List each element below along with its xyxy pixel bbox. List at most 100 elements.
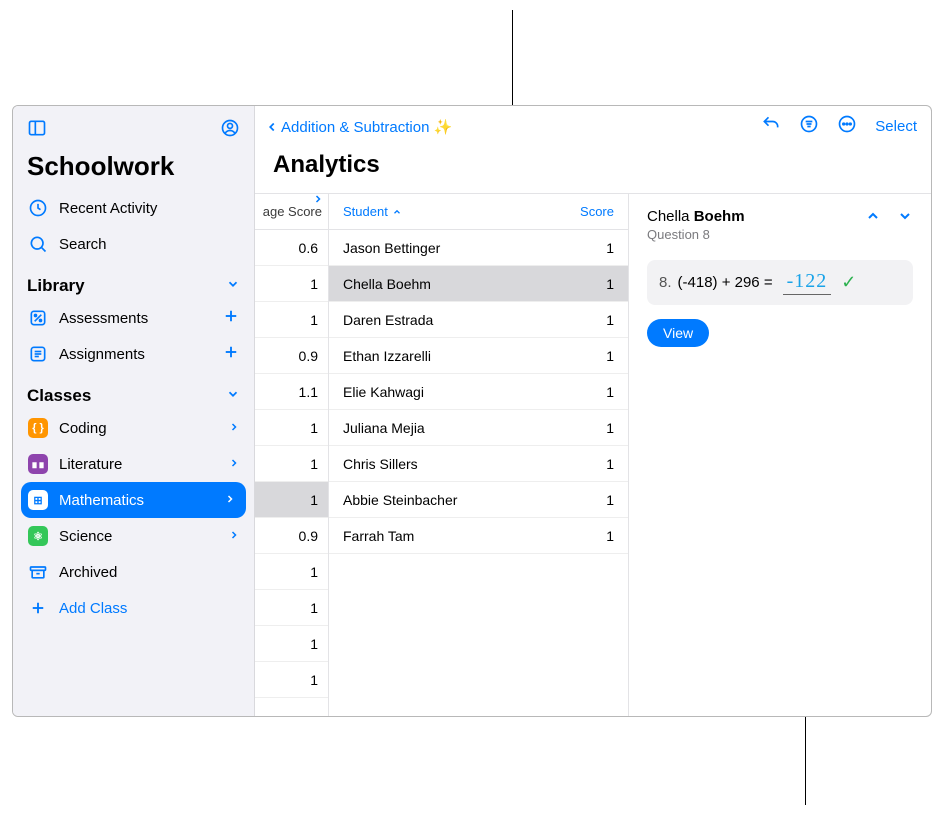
percent-icon	[27, 307, 49, 329]
student-score: 1	[606, 492, 614, 508]
avg-score-row[interactable]: 1	[255, 302, 328, 338]
student-row[interactable]: Daren Estrada1	[329, 302, 628, 338]
profile-icon[interactable]	[220, 118, 240, 143]
plus-icon	[27, 597, 49, 619]
chevron-right-icon	[228, 456, 240, 473]
student-row[interactable]: Abbie Steinbacher 1	[329, 482, 628, 518]
sidebar-item-label: Assignments	[59, 346, 222, 363]
next-icon[interactable]	[897, 208, 913, 229]
student-row[interactable]: Ethan Izzarelli 1	[329, 338, 628, 374]
coding-icon: { }	[27, 417, 49, 439]
app-title: Schoolwork	[13, 149, 254, 190]
student-name: Farrah Tam	[343, 528, 414, 544]
science-icon: ⚛	[27, 525, 49, 547]
student-col-header[interactable]: Student	[343, 204, 402, 219]
chevron-right-icon	[228, 528, 240, 545]
student-name: Ethan Izzarelli	[343, 348, 431, 364]
student-row[interactable]: Chella Boehm 1	[329, 266, 628, 302]
detail-panel: Chella Boehm Question 8	[629, 194, 931, 716]
filter-icon[interactable]	[799, 114, 819, 139]
sidebar-section-library[interactable]: Library	[13, 262, 254, 300]
avg-score-row[interactable]: 1	[255, 266, 328, 302]
sidebar-item-label: Recent Activity	[59, 200, 240, 217]
student-answer: -122	[783, 270, 832, 295]
student-score: 1	[606, 456, 614, 472]
sidebar: Schoolwork Recent Activity Search Librar…	[13, 106, 255, 716]
sidebar-toggle-icon[interactable]	[27, 118, 47, 143]
chevron-right-icon[interactable]	[312, 194, 324, 208]
avg-score-row[interactable]: 0.9	[255, 518, 328, 554]
score-col-header[interactable]: Score	[580, 204, 614, 219]
sidebar-item-literature[interactable]: ∎∎ Literature	[13, 446, 254, 482]
student-name: Abbie Steinbacher	[343, 492, 457, 508]
sidebar-item-label: Add Class	[59, 600, 240, 617]
list-icon	[27, 343, 49, 365]
student-score: 1	[606, 348, 614, 364]
math-icon: ⊞	[27, 489, 49, 511]
student-row[interactable]: Juliana Mejia1	[329, 410, 628, 446]
avg-score-row[interactable]: 1.1	[255, 374, 328, 410]
student-row[interactable]: Jason Bettinger 1	[329, 230, 628, 266]
more-icon[interactable]	[837, 114, 857, 139]
sidebar-section-classes[interactable]: Classes	[13, 372, 254, 410]
sidebar-item-search[interactable]: Search	[13, 226, 254, 262]
avg-score-row[interactable]: 1	[255, 662, 328, 698]
student-score: 1	[606, 276, 614, 292]
avg-score-row[interactable]: 1	[255, 626, 328, 662]
student-score: 1	[606, 240, 614, 256]
avg-score-row[interactable]: 0.6	[255, 230, 328, 266]
student-name: Jason Bettinger	[343, 240, 440, 256]
sidebar-item-label: Science	[59, 528, 228, 545]
sidebar-item-science[interactable]: ⚛ Science	[13, 518, 254, 554]
detail-question-label: Question 8	[647, 227, 745, 242]
student-score: 1	[606, 312, 614, 328]
undo-icon[interactable]	[761, 114, 781, 139]
main-content: Addition & Subtraction ✨ Select Analytic…	[255, 106, 931, 716]
student-column: Student Score Jason Bettinger1Chella Boe…	[329, 194, 629, 716]
avg-score-row[interactable]: 1	[255, 410, 328, 446]
archive-icon	[27, 561, 49, 583]
student-row[interactable]: Chris Sillers1	[329, 446, 628, 482]
prev-icon[interactable]	[865, 208, 881, 229]
select-button[interactable]: Select	[875, 118, 917, 135]
detail-student-name: Chella Boehm	[647, 208, 745, 225]
sidebar-item-label: Assessments	[59, 310, 222, 327]
sidebar-item-add-class[interactable]: Add Class	[13, 590, 254, 626]
page-title: Analytics	[255, 139, 931, 193]
avg-score-row[interactable]: 1	[255, 554, 328, 590]
sidebar-item-assessments[interactable]: Assessments	[13, 300, 254, 336]
search-icon	[27, 233, 49, 255]
student-name: Juliana Mejia	[343, 420, 425, 436]
section-label: Library	[27, 276, 85, 296]
student-row[interactable]: Elie Kahwagi 1	[329, 374, 628, 410]
sidebar-item-recent[interactable]: Recent Activity	[13, 190, 254, 226]
student-name: Chella Boehm	[343, 276, 431, 292]
avg-score-row[interactable]: 1	[255, 446, 328, 482]
sidebar-item-coding[interactable]: { } Coding	[13, 410, 254, 446]
question-text: (-418) + 296 =	[678, 274, 773, 291]
avg-score-row[interactable]: 1	[255, 482, 328, 518]
sidebar-item-assignments[interactable]: Assignments	[13, 336, 254, 372]
chevron-right-icon	[224, 492, 236, 509]
literature-icon: ∎∎	[27, 453, 49, 475]
student-row[interactable]: Farrah Tam1	[329, 518, 628, 554]
chevron-down-icon	[226, 276, 240, 296]
avg-score-column: age Score 0.6110.91.11110.91111	[255, 194, 329, 716]
view-button[interactable]: View	[647, 319, 709, 347]
question-card: 8. (-418) + 296 = -122 ✓	[647, 260, 913, 305]
avg-score-row[interactable]: 0.9	[255, 338, 328, 374]
student-name: Elie Kahwagi	[343, 384, 424, 400]
back-label: Addition & Subtraction ✨	[281, 118, 452, 136]
chevron-down-icon	[226, 386, 240, 406]
back-button[interactable]: Addition & Subtraction ✨	[265, 118, 452, 136]
student-score: 1	[606, 384, 614, 400]
plus-icon[interactable]	[222, 307, 240, 329]
sidebar-item-label: Archived	[59, 564, 240, 581]
question-number: 8.	[659, 274, 672, 291]
avg-score-row[interactable]: 1	[255, 590, 328, 626]
sidebar-item-label: Literature	[59, 456, 228, 473]
sidebar-item-archived[interactable]: Archived	[13, 554, 254, 590]
sidebar-item-label: Mathematics	[59, 492, 224, 509]
plus-icon[interactable]	[222, 343, 240, 365]
sidebar-item-mathematics[interactable]: ⊞ Mathematics	[21, 482, 246, 518]
